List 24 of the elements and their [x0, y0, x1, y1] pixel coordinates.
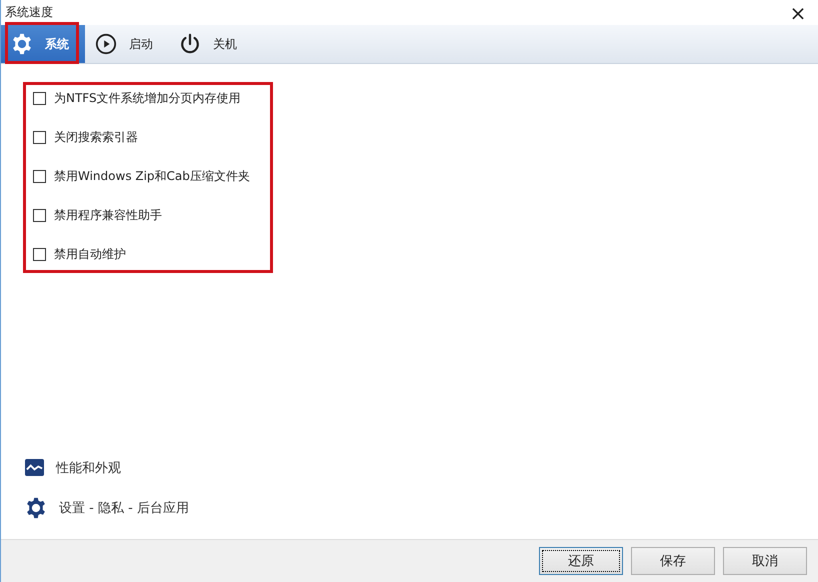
settings-link[interactable]: 设置 - 隐私 - 后台应用 [59, 499, 189, 517]
checkbox[interactable] [33, 92, 46, 105]
option-label: 禁用程序兼容性助手 [54, 207, 162, 224]
tab[interactable]: 关机 [169, 25, 253, 63]
dialog-button[interactable]: 还原 [539, 547, 623, 575]
settings-icon [25, 497, 47, 519]
play-icon [95, 33, 117, 55]
close-button[interactable]: × [778, 0, 818, 25]
dialog-button[interactable]: 取消 [723, 547, 807, 575]
checkbox[interactable] [33, 131, 46, 144]
tab[interactable]: 启动 [85, 25, 169, 63]
power-icon [179, 33, 201, 55]
option-label: 为NTFS文件系统增加分页内存使用 [54, 90, 241, 107]
checkbox[interactable] [33, 170, 46, 183]
checkbox[interactable] [33, 248, 46, 261]
dialog-button[interactable]: 保存 [631, 547, 715, 575]
option-label: 关闭搜索索引器 [54, 129, 138, 146]
window-title: 系统速度 [5, 4, 53, 21]
option-label: 禁用Windows Zip和Cab压缩文件夹 [54, 168, 250, 185]
chart-icon [25, 458, 44, 477]
settings-icon [11, 33, 33, 55]
option-label: 禁用自动维护 [54, 246, 126, 263]
checkbox[interactable] [33, 209, 46, 222]
settings-link[interactable]: 性能和外观 [56, 458, 121, 476]
